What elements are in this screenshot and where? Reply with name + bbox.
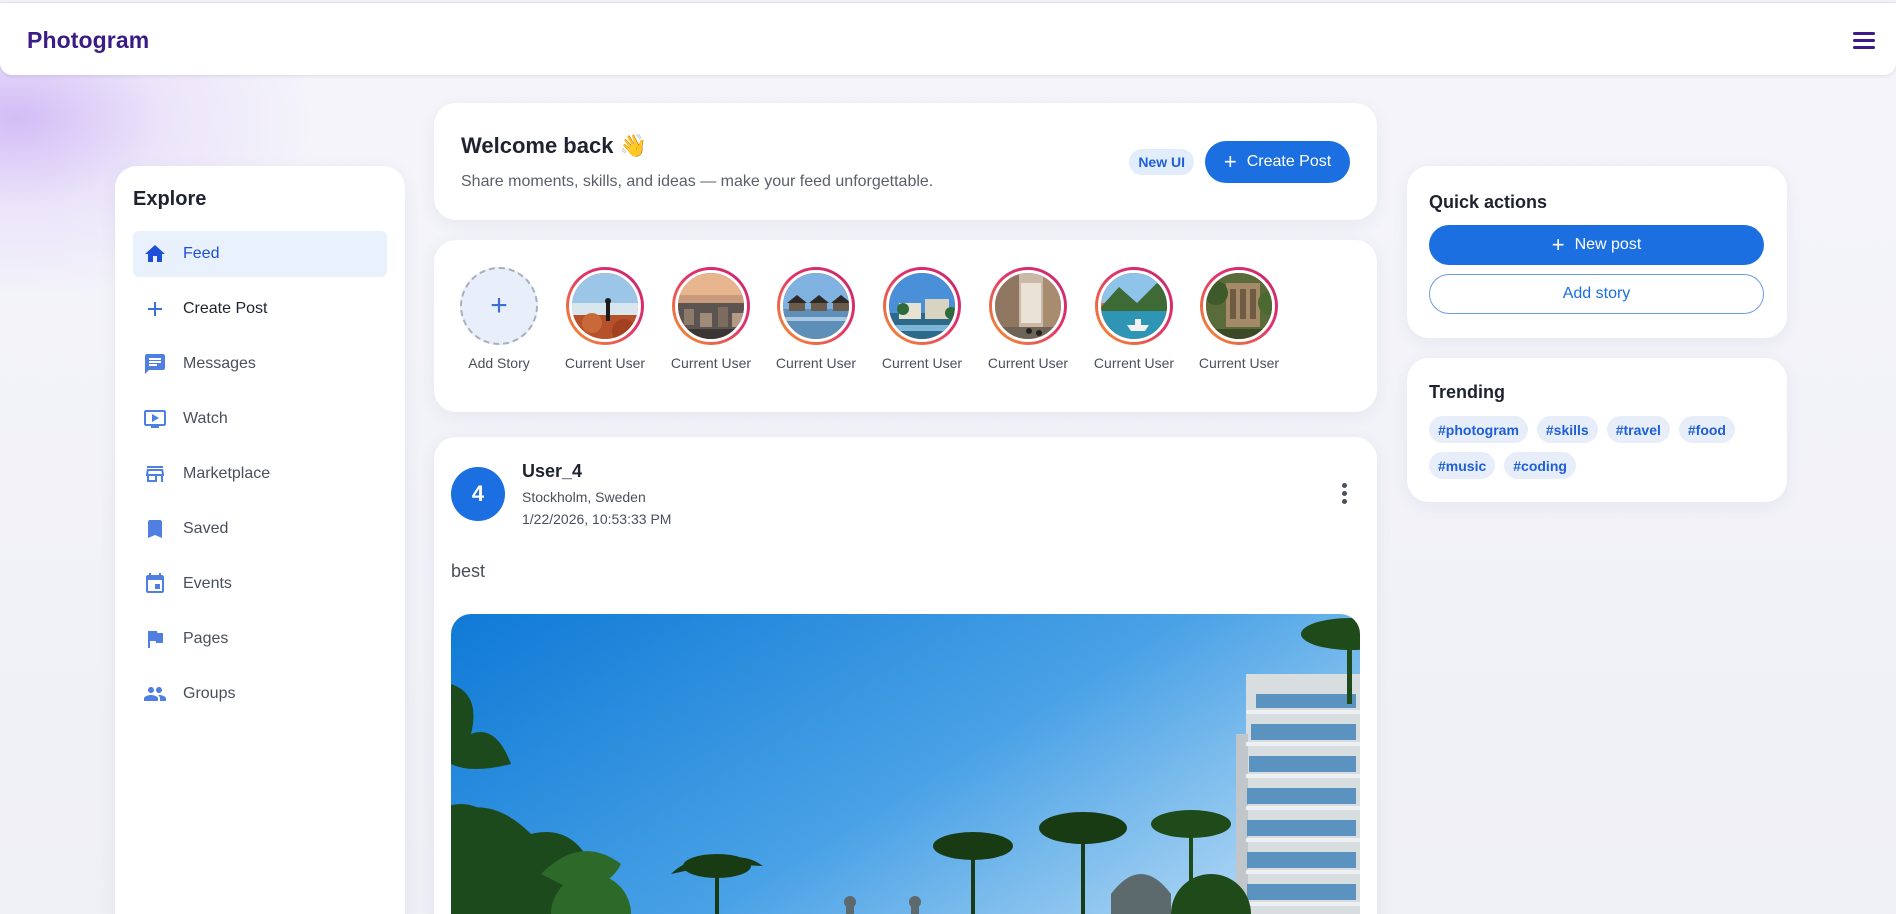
story-item[interactable]: Current User bbox=[766, 267, 866, 371]
add-story-button[interactable]: + Add Story bbox=[449, 267, 549, 371]
tag-chip[interactable]: #skills bbox=[1536, 416, 1598, 443]
add-story-plus-icon: + bbox=[460, 267, 538, 345]
story-thumbnail bbox=[675, 270, 747, 342]
sidebar-item-label: Create Post bbox=[183, 300, 268, 317]
story-item[interactable]: Current User bbox=[872, 267, 972, 371]
plus-icon: + bbox=[1223, 149, 1237, 174]
new-post-button[interactable]: + New post bbox=[1429, 225, 1764, 265]
welcome-card: Welcome back 👋 Share moments, skills, an… bbox=[434, 103, 1377, 220]
sidebar-item-messages[interactable]: Messages bbox=[133, 341, 387, 387]
sidebar-item-label: Events bbox=[183, 575, 232, 592]
more-options-icon[interactable] bbox=[1339, 483, 1349, 505]
sidebar-item-label: Saved bbox=[183, 520, 229, 537]
post-username[interactable]: User_4 bbox=[522, 461, 582, 482]
story-thumbnail bbox=[1098, 270, 1170, 342]
sidebar-item-label: Marketplace bbox=[183, 465, 271, 482]
store-icon bbox=[143, 462, 167, 486]
stories-card: + Add Story Current User Current User Cu… bbox=[434, 240, 1377, 412]
tag-chip[interactable]: #photogram bbox=[1429, 416, 1528, 443]
sidebar-item-label: Feed bbox=[183, 245, 220, 262]
post-timestamp: 1/22/2026, 10:53:33 PM bbox=[522, 511, 672, 527]
welcome-title: Welcome back 👋 bbox=[461, 133, 647, 158]
explore-sidebar: Explore Feed Create Post Messages Watch … bbox=[115, 166, 405, 914]
story-label: Current User bbox=[670, 355, 752, 371]
calendar-icon bbox=[143, 572, 167, 596]
create-post-button[interactable]: + Create Post bbox=[1205, 141, 1350, 183]
trending-title: Trending bbox=[1429, 382, 1505, 402]
tag-chip[interactable]: #food bbox=[1678, 416, 1735, 443]
story-label: Add Story bbox=[468, 355, 530, 371]
story-label: Current User bbox=[881, 355, 963, 371]
people-icon bbox=[143, 682, 167, 706]
post-image[interactable] bbox=[451, 614, 1360, 914]
story-label: Current User bbox=[1198, 355, 1280, 371]
sidebar-item-label: Watch bbox=[183, 410, 228, 427]
avatar[interactable]: 4 bbox=[451, 467, 505, 521]
story-item[interactable]: Current User bbox=[1189, 267, 1289, 371]
tag-chip[interactable]: #music bbox=[1429, 452, 1496, 479]
story-thumbnail bbox=[886, 270, 958, 342]
story-label: Current User bbox=[564, 355, 646, 371]
post-location: Stockholm, Sweden bbox=[522, 489, 646, 505]
post-card: 4 User_4 Stockholm, Sweden 1/22/2026, 10… bbox=[434, 437, 1377, 914]
flag-icon bbox=[143, 627, 167, 651]
plus-icon bbox=[143, 297, 167, 321]
create-post-label: Create Post bbox=[1246, 153, 1332, 170]
post-caption: best bbox=[451, 561, 486, 581]
sidebar-item-watch[interactable]: Watch bbox=[133, 396, 387, 442]
sidebar-item-label: Pages bbox=[183, 630, 229, 647]
tag-chip[interactable]: #travel bbox=[1606, 416, 1670, 443]
story-item[interactable]: Current User bbox=[661, 267, 761, 371]
chat-icon bbox=[143, 352, 167, 376]
sidebar-item-marketplace[interactable]: Marketplace bbox=[133, 451, 387, 497]
story-label: Current User bbox=[987, 355, 1069, 371]
sidebar-item-saved[interactable]: Saved bbox=[133, 506, 387, 552]
quick-actions-title: Quick actions bbox=[1429, 192, 1548, 212]
story-thumbnail bbox=[569, 270, 641, 342]
add-story-button[interactable]: Add story bbox=[1429, 274, 1764, 314]
plus-icon: + bbox=[1551, 232, 1565, 257]
sidebar-item-groups[interactable]: Groups bbox=[133, 671, 387, 717]
top-bar: Photogram bbox=[0, 2, 1896, 75]
sidebar-title: Explore bbox=[133, 188, 207, 210]
story-label: Current User bbox=[775, 355, 857, 371]
sidebar-item-label: Groups bbox=[183, 685, 236, 702]
menu-icon[interactable] bbox=[1853, 32, 1875, 50]
welcome-subtitle: Share moments, skills, and ideas — make … bbox=[461, 173, 934, 190]
sidebar-item-feed[interactable]: Feed bbox=[133, 231, 387, 277]
story-thumbnail bbox=[992, 270, 1064, 342]
story-label: Current User bbox=[1093, 355, 1175, 371]
new-post-label: New post bbox=[1574, 236, 1642, 253]
story-item[interactable]: Current User bbox=[978, 267, 1078, 371]
sidebar-item-events[interactable]: Events bbox=[133, 561, 387, 607]
story-item[interactable]: Current User bbox=[555, 267, 655, 371]
brand-logo[interactable]: Photogram bbox=[27, 27, 149, 54]
new-ui-badge: New UI bbox=[1129, 149, 1194, 175]
tag-chip[interactable]: #coding bbox=[1504, 452, 1576, 479]
sidebar-item-create-post[interactable]: Create Post bbox=[133, 286, 387, 332]
tv-icon bbox=[143, 407, 167, 431]
sidebar-item-pages[interactable]: Pages bbox=[133, 616, 387, 662]
trending-tags: #photogram #skills #travel #food #music … bbox=[1429, 416, 1769, 479]
trending-card: Trending #photogram #skills #travel #foo… bbox=[1407, 358, 1787, 502]
home-icon bbox=[143, 242, 167, 266]
story-thumbnail bbox=[780, 270, 852, 342]
sidebar-item-label: Messages bbox=[183, 355, 256, 372]
bookmark-icon bbox=[143, 517, 167, 541]
quick-actions-card: Quick actions + New post Add story bbox=[1407, 166, 1787, 338]
story-thumbnail bbox=[1203, 270, 1275, 342]
story-item[interactable]: Current User bbox=[1084, 267, 1184, 371]
